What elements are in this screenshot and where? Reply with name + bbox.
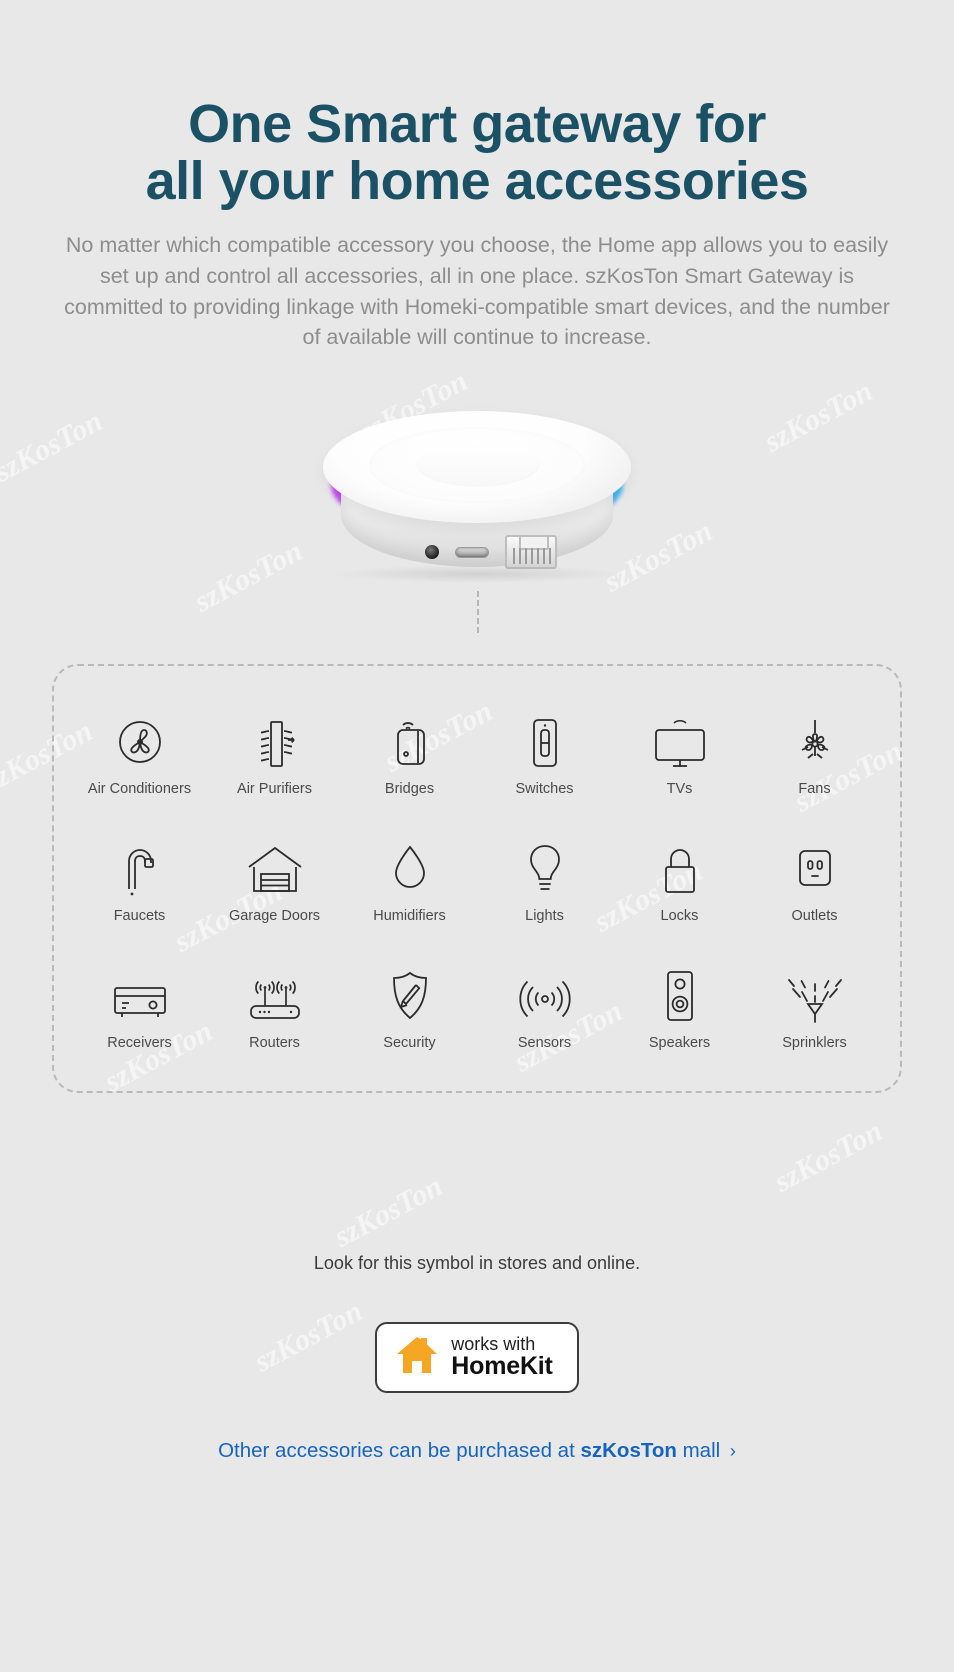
accessory-sprinklers[interactable]: Sprinklers bbox=[747, 962, 882, 1051]
accessory-outlets[interactable]: Outlets bbox=[747, 835, 882, 924]
badge-works-with-label: works with bbox=[451, 1333, 536, 1354]
switch-icon bbox=[522, 708, 568, 770]
accessory-bridges[interactable]: Bridges bbox=[342, 708, 477, 797]
accessory-label: Sprinklers bbox=[782, 1034, 847, 1051]
accessory-label: Air Purifiers bbox=[237, 780, 312, 797]
accessory-label: Lights bbox=[525, 907, 564, 924]
router-icon bbox=[241, 962, 309, 1024]
accessory-label: Speakers bbox=[648, 1034, 711, 1051]
bridge-icon bbox=[385, 708, 435, 770]
dc-power-port-icon bbox=[425, 544, 439, 559]
sensor-icon bbox=[512, 962, 578, 1024]
light-bulb-icon bbox=[521, 835, 569, 897]
symbol-note: Look for this symbol in stores and onlin… bbox=[313, 1252, 641, 1273]
accessory-label: TVs bbox=[666, 780, 693, 797]
smart-gateway-hub bbox=[317, 405, 637, 633]
accessory-air-purifiers[interactable]: Air Purifiers bbox=[207, 708, 342, 797]
page-subtitle: No matter which compatible accessory you… bbox=[64, 233, 890, 350]
accessory-label: Faucets bbox=[113, 907, 166, 924]
speaker-icon bbox=[658, 962, 702, 1024]
accessory-routers[interactable]: Routers bbox=[207, 962, 342, 1051]
accessory-locks[interactable]: Locks bbox=[612, 835, 747, 924]
air-conditioner-icon bbox=[112, 708, 168, 770]
accessory-label: Garage Doors bbox=[228, 907, 321, 924]
accessory-label: Locks bbox=[660, 907, 699, 924]
ethernet-lan-port-icon bbox=[505, 534, 557, 569]
badge-text: works with HomeKit bbox=[451, 1333, 553, 1381]
accessory-speakers[interactable]: Speakers bbox=[612, 962, 747, 1051]
accessory-label: Outlets bbox=[791, 907, 838, 924]
faucet-icon bbox=[115, 835, 165, 897]
humidifier-icon bbox=[387, 835, 433, 897]
mall-link-brand: szKosTon bbox=[580, 1438, 677, 1462]
sprinkler-icon bbox=[781, 962, 849, 1024]
accessory-tvs[interactable]: TVs bbox=[612, 708, 747, 797]
mall-link-suffix: mall bbox=[682, 1438, 721, 1462]
accessory-garage-doors[interactable]: Garage Doors bbox=[207, 835, 342, 924]
accessories-panel: Air Conditioners Air Purifiers Bridges S… bbox=[52, 663, 902, 1093]
accessory-label: Switches bbox=[515, 780, 574, 797]
accessory-faucets[interactable]: Faucets bbox=[72, 835, 207, 924]
accessory-label: Bridges bbox=[384, 780, 435, 797]
page-title: One Smart gateway for all your home acce… bbox=[0, 0, 954, 210]
accessory-label: Fans bbox=[798, 780, 831, 797]
lock-icon bbox=[656, 835, 704, 897]
device-shadow bbox=[332, 564, 622, 583]
air-purifier-icon bbox=[247, 708, 303, 770]
page-title-line-2: all your home accessories bbox=[145, 151, 809, 212]
badge-platform-label: HomeKit bbox=[451, 1352, 553, 1381]
accessory-receivers[interactable]: Receivers bbox=[72, 962, 207, 1051]
device-image bbox=[0, 395, 954, 633]
homekit-badge-row: works with HomeKit bbox=[0, 1321, 954, 1393]
security-shield-icon bbox=[386, 962, 434, 1024]
accessory-label: Receivers bbox=[107, 1034, 172, 1051]
accessory-label: Security bbox=[383, 1034, 436, 1051]
chevron-right-icon: › bbox=[729, 1440, 736, 1461]
accessory-lights[interactable]: Lights bbox=[477, 835, 612, 924]
accessory-security[interactable]: Security bbox=[342, 962, 477, 1051]
watermark: szKosTon bbox=[328, 1169, 448, 1254]
watermark: szKosTon bbox=[768, 1114, 888, 1199]
accessory-fans[interactable]: Fans bbox=[747, 708, 882, 797]
device-top-button bbox=[417, 440, 539, 485]
accessory-sensors[interactable]: Sensors bbox=[477, 962, 612, 1051]
accessory-label: Routers bbox=[249, 1034, 300, 1051]
mall-link-prefix: Other accessories can be purchased at bbox=[218, 1438, 575, 1462]
mall-link[interactable]: Other accessories can be purchased at sz… bbox=[0, 1439, 954, 1463]
outlet-icon bbox=[791, 835, 839, 897]
device-port-bank bbox=[421, 533, 571, 569]
accessory-humidifiers[interactable]: Humidifiers bbox=[342, 835, 477, 924]
tv-icon bbox=[649, 708, 711, 770]
home-house-icon bbox=[395, 1335, 439, 1380]
usb-port-icon bbox=[455, 546, 489, 558]
accessory-label: Air Conditioners bbox=[87, 780, 192, 797]
receiver-icon bbox=[109, 962, 171, 1024]
accessories-grid: Air Conditioners Air Purifiers Bridges S… bbox=[72, 708, 882, 1051]
accessory-air-conditioners[interactable]: Air Conditioners bbox=[72, 708, 207, 797]
device-top-dome bbox=[323, 410, 631, 523]
page-title-line-1: One Smart gateway for bbox=[188, 94, 766, 154]
garage-door-icon bbox=[243, 835, 307, 897]
accessory-label: Sensors bbox=[517, 1034, 572, 1051]
works-with-homekit-badge: works with HomeKit bbox=[375, 1321, 579, 1393]
fan-icon bbox=[786, 708, 844, 770]
accessory-switches[interactable]: Switches bbox=[477, 708, 612, 797]
connector-dashed-line bbox=[477, 590, 479, 633]
accessory-label: Humidifiers bbox=[373, 907, 446, 924]
